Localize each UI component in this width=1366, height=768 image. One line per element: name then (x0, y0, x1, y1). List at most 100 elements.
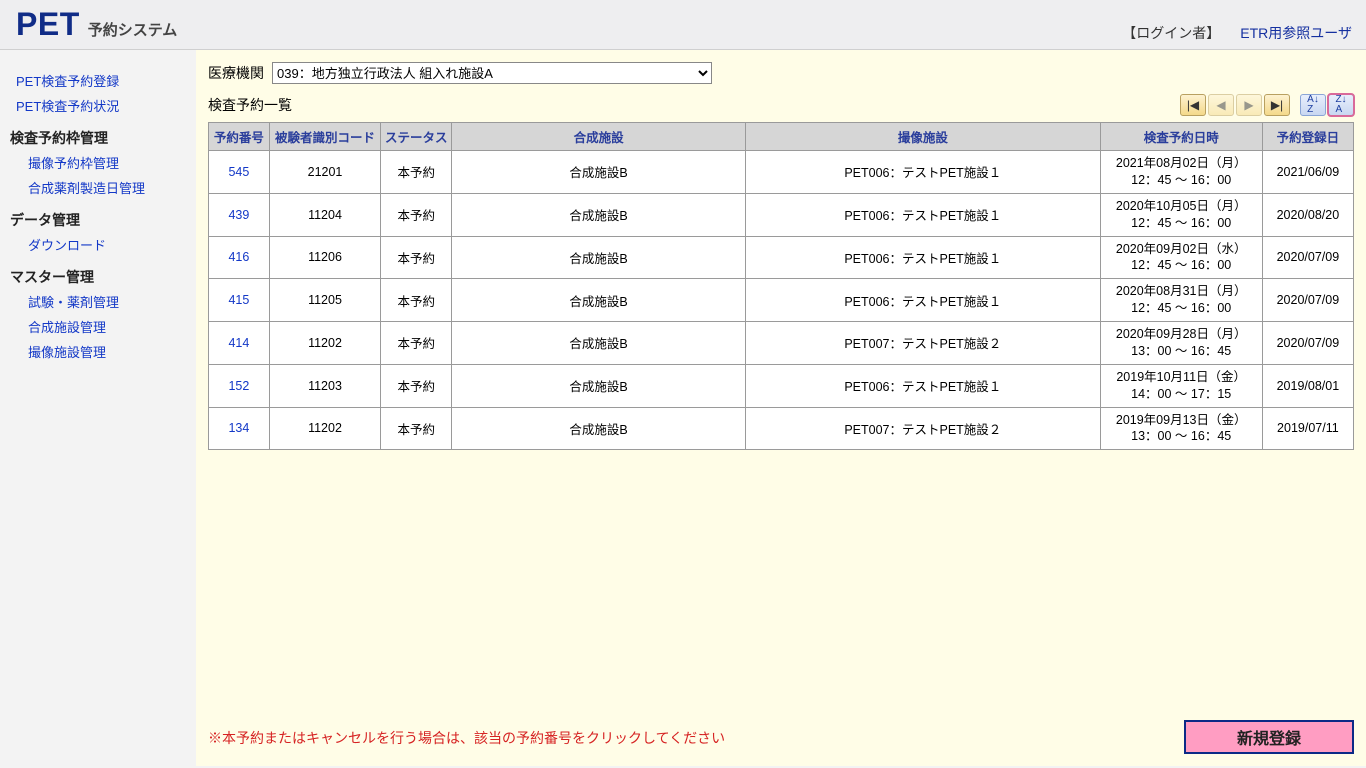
cell-reservation-no: 414 (209, 322, 270, 365)
cell-imaging: PET007：テストPET施設２ (746, 407, 1101, 450)
nav-imaging-slots[interactable]: 撮像予約枠管理 (6, 150, 190, 175)
cell-status: 本予約 (381, 151, 452, 194)
table-row: 152 11203本予約合成施設BPET006：テストPET施設１2019年10月… (209, 364, 1354, 407)
nav-download[interactable]: ダウンロード (6, 232, 190, 257)
col-imaging-facility[interactable]: 撮像施設 (746, 123, 1101, 151)
cell-imaging: PET006：テストPET施設１ (746, 151, 1101, 194)
cell-synth: 合成施設B (452, 151, 746, 194)
last-icon: ▶| (1271, 98, 1283, 112)
cell-regdate: 2020/07/09 (1262, 236, 1353, 279)
nav-imaging-facility[interactable]: 撮像施設管理 (6, 339, 190, 364)
col-regdate[interactable]: 予約登録日 (1262, 123, 1353, 151)
cell-imaging: PET006：テストPET施設１ (746, 193, 1101, 236)
cell-synth: 合成施設B (452, 193, 746, 236)
sort-asc[interactable]: A↓Z (1300, 94, 1326, 116)
cell-subject-id: 11204 (269, 193, 380, 236)
nav-heading-slots: 検査予約枠管理 (6, 118, 190, 150)
cell-status: 本予約 (381, 193, 452, 236)
pager: |◀ ◀ ▶ ▶| A↓Z Z↓A (1180, 94, 1354, 116)
reservation-link[interactable]: 416 (228, 250, 249, 264)
nav-synthesis-dates[interactable]: 合成薬剤製造日管理 (6, 175, 190, 200)
topbar: PET 予約システム 【ログイン者】 ETR用参照ユーザ (0, 0, 1366, 50)
nav-pet-status[interactable]: PET検査予約状況 (6, 93, 190, 118)
cell-schedule: 2019年09月13日（金）13：00 ～ 16：45 (1100, 407, 1262, 450)
col-reservation-no[interactable]: 予約番号 (209, 123, 270, 151)
cell-imaging: PET006：テストPET施設１ (746, 236, 1101, 279)
cell-reservation-no: 134 (209, 407, 270, 450)
pager-prev[interactable]: ◀ (1208, 94, 1234, 116)
cell-subject-id: 11202 (269, 322, 380, 365)
cell-schedule: 2021年08月02日（月）12：45 ～ 16：00 (1100, 151, 1262, 194)
table-row: 41511205本予約合成施設BPET006：テストPET施設１2020年08月… (209, 279, 1354, 322)
cell-subject-id: 21201 (269, 151, 380, 194)
new-register-button[interactable]: 新規登録 (1184, 720, 1354, 754)
next-icon: ▶ (1244, 98, 1253, 112)
pager-last[interactable]: ▶| (1264, 94, 1290, 116)
col-schedule[interactable]: 検査予約日時 (1100, 123, 1262, 151)
cell-regdate: 2019/08/01 (1262, 364, 1353, 407)
cell-subject-id: 11205 (269, 279, 380, 322)
cell-reservation-no: 545 (209, 151, 270, 194)
footnote: ※本予約またはキャンセルを行う場合は、該当の予約番号をクリックしてください (208, 728, 725, 748)
cell-schedule: 2019年10月11日（金）14：00 ～ 17：15 (1100, 364, 1262, 407)
table-row: 43911204本予約合成施設BPET006：テストPET施設１2020年10月… (209, 193, 1354, 236)
table-row: 13411202本予約合成施設BPET007：テストPET施設２2019年09月… (209, 407, 1354, 450)
pager-first[interactable]: |◀ (1180, 94, 1206, 116)
reservation-link[interactable]: 545 (228, 165, 249, 179)
list-header-row: 検査予約一覧 |◀ ◀ ▶ ▶| A↓Z Z↓A (208, 94, 1354, 116)
table-row: 414 11202本予約合成施設BPET007：テストPET施設２2020年09月… (209, 322, 1354, 365)
cell-subject-id: 11206 (269, 236, 380, 279)
cell-status: 本予約 (381, 322, 452, 365)
col-synth-facility[interactable]: 合成施設 (452, 123, 746, 151)
sort-desc[interactable]: Z↓A (1328, 94, 1354, 116)
nav-heading-master: マスター管理 (6, 257, 190, 289)
userbox: 【ログイン者】 ETR用参照ユーザ (1122, 23, 1352, 43)
login-username: ETR用参照ユーザ (1240, 23, 1352, 43)
cell-regdate: 2021/06/09 (1262, 151, 1353, 194)
cell-imaging: PET007：テストPET施設２ (746, 322, 1101, 365)
cell-status: 本予約 (381, 407, 452, 450)
reservation-link[interactable]: 414 (228, 336, 249, 350)
col-status[interactable]: ステータス (381, 123, 452, 151)
cell-schedule: 2020年09月28日（月）13：00 ～ 16：45 (1100, 322, 1262, 365)
cell-regdate: 2020/07/09 (1262, 279, 1353, 322)
nav-synth-facility[interactable]: 合成施設管理 (6, 314, 190, 339)
cell-status: 本予約 (381, 364, 452, 407)
reservation-link[interactable]: 134 (228, 421, 249, 435)
pager-next[interactable]: ▶ (1236, 94, 1262, 116)
prev-icon: ◀ (1216, 98, 1225, 112)
filter-row: 医療機関 039：地方独立行政法人 組入れ施設A (208, 62, 1354, 84)
list-title: 検査予約一覧 (208, 95, 292, 115)
cell-reservation-no: 152 (209, 364, 270, 407)
reservation-link[interactable]: 152 (228, 379, 249, 393)
nav-trial-drug[interactable]: 試験・薬剤管理 (6, 289, 190, 314)
brand-sub: 予約システム (88, 19, 178, 40)
table-row: 41611206本予約合成施設BPET006：テストPET施設１2020年09月… (209, 236, 1354, 279)
col-subject-id[interactable]: 被験者識別コード (269, 123, 380, 151)
nav-heading-data: データ管理 (6, 200, 190, 232)
cell-synth: 合成施設B (452, 279, 746, 322)
cell-synth: 合成施設B (452, 322, 746, 365)
cell-subject-id: 11203 (269, 364, 380, 407)
table-header-row: 予約番号 被験者識別コード ステータス 合成施設 撮像施設 検査予約日時 予約登… (209, 123, 1354, 151)
first-icon: |◀ (1187, 98, 1199, 112)
cell-regdate: 2019/07/11 (1262, 407, 1353, 450)
cell-subject-id: 11202 (269, 407, 380, 450)
cell-schedule: 2020年09月02日（水）12：45 ～ 16：00 (1100, 236, 1262, 279)
table-row: 545 21201本予約合成施設BPET006：テストPET施設１2021年08月… (209, 151, 1354, 194)
cell-schedule: 2020年08月31日（月）12：45 ～ 16：00 (1100, 279, 1262, 322)
nav-pet-register[interactable]: PET検査予約登録 (6, 68, 190, 93)
brand-main: PET (16, 6, 80, 43)
sort-asc-icon: A↓Z (1307, 95, 1319, 115)
reservation-link[interactable]: 439 (228, 208, 249, 222)
cell-synth: 合成施設B (452, 364, 746, 407)
facility-select[interactable]: 039：地方独立行政法人 組入れ施設A (272, 62, 712, 84)
reservation-link[interactable]: 415 (228, 293, 249, 307)
cell-regdate: 2020/08/20 (1262, 193, 1353, 236)
cell-reservation-no: 439 (209, 193, 270, 236)
sort-desc-icon: Z↓A (1335, 95, 1346, 115)
cell-reservation-no: 415 (209, 279, 270, 322)
cell-imaging: PET006：テストPET施設１ (746, 364, 1101, 407)
brand: PET 予約システム (16, 6, 177, 43)
cell-regdate: 2020/07/09 (1262, 322, 1353, 365)
